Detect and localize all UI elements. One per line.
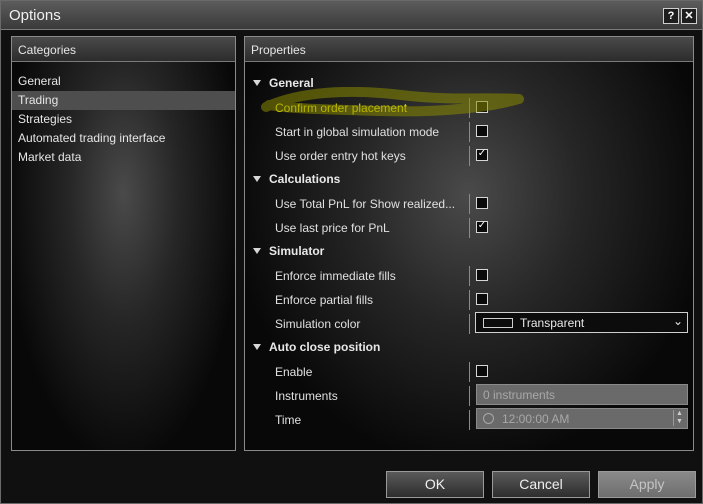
ok-button[interactable]: OK — [386, 471, 484, 498]
property-row-enable: Enable — [245, 359, 693, 383]
property-grid: General Confirm order placement Start in… — [245, 71, 693, 431]
use-last-price-checkbox[interactable]: ✓ — [476, 220, 488, 233]
use-total-pnl-checkbox[interactable] — [476, 197, 488, 209]
properties-header-label: Properties — [251, 43, 306, 57]
spin-down-icon[interactable]: ▼ — [674, 418, 685, 426]
column-divider — [469, 290, 470, 310]
chevron-down-icon[interactable]: ⌄ — [673, 314, 683, 328]
close-button[interactable]: ✕ — [681, 8, 697, 24]
property-label: Confirm order placement — [275, 101, 408, 115]
property-label: Use last price for PnL — [275, 221, 390, 235]
order-entry-hot-keys-checkbox[interactable]: ✓ — [476, 148, 488, 161]
field-value: 12:00:00 AM — [502, 412, 570, 426]
apply-button[interactable]: Apply — [598, 471, 696, 498]
column-divider — [469, 194, 470, 214]
category-strategies[interactable]: Strategies — [12, 110, 235, 129]
dropdown-value: Transparent — [520, 316, 585, 330]
clock-icon — [483, 413, 494, 424]
categories-header: Categories — [12, 37, 235, 62]
enforce-immediate-fills-checkbox[interactable] — [476, 269, 488, 281]
checkmark-icon: ✓ — [477, 220, 487, 231]
categories-header-label: Categories — [18, 43, 77, 57]
spin-up-icon[interactable]: ▲ — [674, 410, 685, 418]
property-label: Time — [275, 413, 302, 427]
property-label: Enforce immediate fills — [275, 269, 396, 283]
property-label: Use order entry hot keys — [275, 149, 406, 163]
section-general[interactable]: General — [245, 71, 693, 95]
property-row-use-last-price: Use last price for PnL ✓ — [245, 215, 693, 239]
help-button[interactable]: ? — [663, 8, 679, 24]
section-label: Auto close position — [269, 340, 381, 354]
collapse-arrow-icon[interactable] — [253, 80, 261, 86]
confirm-order-placement-checkbox[interactable] — [476, 101, 488, 113]
section-auto-close-position[interactable]: Auto close position — [245, 335, 693, 359]
section-label: Calculations — [269, 172, 341, 186]
property-row-order-entry-hot-keys: Use order entry hot keys ✓ — [245, 143, 693, 167]
collapse-arrow-icon[interactable] — [253, 176, 261, 182]
property-row-time: Time 12:00:00 AM ▲ ▼ — [245, 407, 693, 431]
options-dialog: Options ? ✕ Categories General Trading S… — [0, 0, 703, 504]
column-divider — [469, 98, 470, 118]
time-spinner[interactable]: ▲ ▼ — [673, 410, 685, 426]
property-label: Start in global simulation mode — [275, 125, 440, 139]
column-divider — [469, 410, 470, 430]
title-bar: Options ? ✕ — [1, 1, 702, 30]
section-label: Simulator — [269, 244, 325, 258]
property-label: Instruments — [275, 389, 338, 403]
property-row-instruments: Instruments 0 instruments — [245, 383, 693, 407]
property-label: Enable — [275, 365, 313, 379]
window-title: Options — [9, 7, 61, 24]
property-row-enforce-immediate-fills: Enforce immediate fills — [245, 263, 693, 287]
section-label: General — [269, 76, 314, 90]
property-row-enforce-partial-fills: Enforce partial fills — [245, 287, 693, 311]
instruments-field[interactable]: 0 instruments — [476, 384, 688, 405]
categories-list: General Trading Strategies Automated tra… — [12, 72, 235, 167]
collapse-arrow-icon[interactable] — [253, 248, 261, 254]
property-row-start-global-simulation: Start in global simulation mode — [245, 119, 693, 143]
start-global-simulation-checkbox[interactable] — [476, 125, 488, 137]
column-divider — [469, 146, 470, 166]
field-value: 0 instruments — [483, 388, 556, 402]
category-trading[interactable]: Trading — [12, 91, 235, 110]
enforce-partial-fills-checkbox[interactable] — [476, 293, 488, 305]
category-market-data[interactable]: Market data — [12, 148, 235, 167]
section-simulator[interactable]: Simulator — [245, 239, 693, 263]
category-automated-trading-interface[interactable]: Automated trading interface — [12, 129, 235, 148]
category-general[interactable]: General — [12, 72, 235, 91]
property-label: Enforce partial fills — [275, 293, 374, 307]
property-label: Use Total PnL for Show realized... — [275, 197, 456, 211]
property-row-confirm-order-placement: Confirm order placement — [245, 95, 693, 119]
collapse-arrow-icon[interactable] — [253, 344, 261, 350]
column-divider — [469, 386, 470, 406]
column-divider — [469, 266, 470, 286]
properties-header: Properties — [245, 37, 693, 62]
color-swatch — [483, 318, 513, 328]
property-row-simulation-color: Simulation color Transparent ⌄ — [245, 311, 693, 335]
simulation-color-dropdown[interactable]: Transparent ⌄ — [475, 312, 688, 333]
checkmark-icon: ✓ — [477, 148, 487, 159]
property-label: Simulation color — [275, 317, 361, 331]
categories-panel: Categories General Trading Strategies Au… — [11, 36, 236, 451]
section-calculations[interactable]: Calculations — [245, 167, 693, 191]
time-field[interactable]: 12:00:00 AM ▲ ▼ — [476, 408, 688, 429]
properties-panel: Properties General Confirm order placeme… — [244, 36, 694, 451]
cancel-button[interactable]: Cancel — [492, 471, 590, 498]
column-divider — [469, 314, 470, 334]
property-row-use-total-pnl: Use Total PnL for Show realized... — [245, 191, 693, 215]
enable-checkbox[interactable] — [476, 365, 488, 377]
column-divider — [469, 122, 470, 142]
column-divider — [469, 218, 470, 238]
column-divider — [469, 362, 470, 382]
